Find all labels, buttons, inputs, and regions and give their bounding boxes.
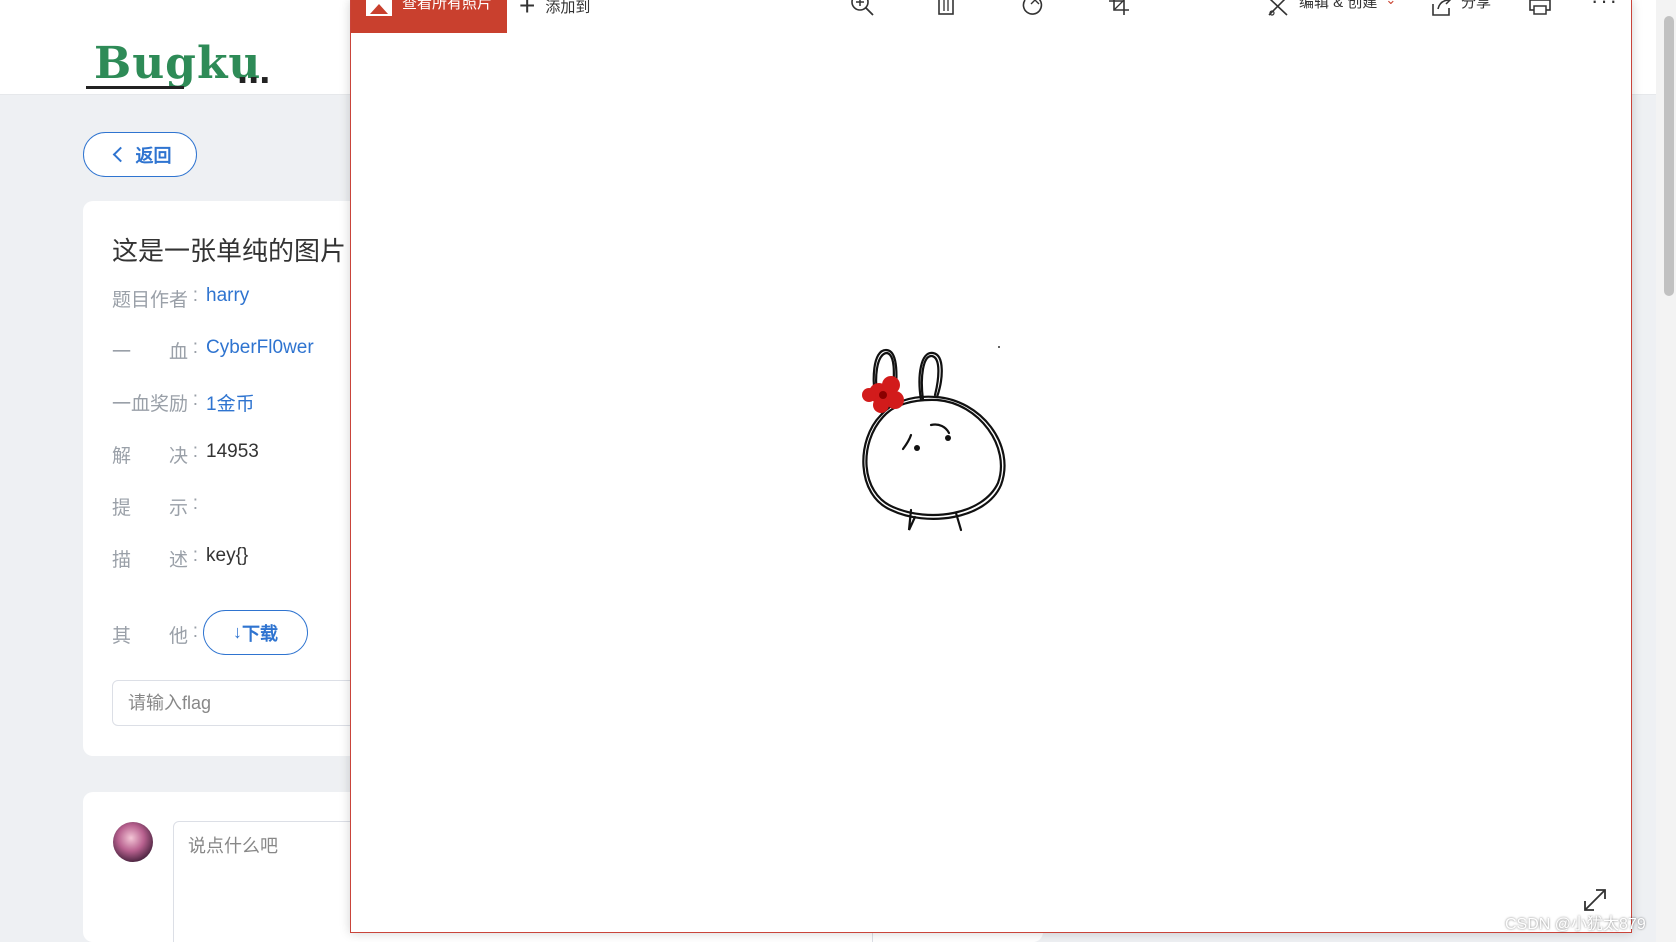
print-icon: [1529, 0, 1551, 15]
photo-image: [862, 346, 1006, 532]
author-link[interactable]: harry: [206, 285, 249, 312]
rotate-button[interactable]: [1021, 0, 1047, 18]
back-button[interactable]: 返回: [83, 132, 197, 177]
edit-create-button[interactable]: 编辑 & 创建 ⌄: [1267, 0, 1396, 18]
info-label: 题目作者:: [112, 285, 198, 311]
info-row-first-blood: 一 血: CyberFl0wer: [112, 337, 314, 364]
info-row-description: 描 述: key{}: [112, 545, 248, 572]
back-label: 返回: [135, 145, 172, 166]
description-value: key{}: [206, 545, 249, 566]
zoom-button[interactable]: [849, 0, 875, 18]
info-label: 描 述:: [112, 545, 198, 571]
logo-underline: [86, 86, 184, 89]
download-icon: ↓: [233, 622, 242, 642]
photos-app-icon: [366, 0, 392, 16]
photo-viewer-window: 查看所有照片 + 添加到 编辑 & 创建 ⌄ 分享 ···: [350, 0, 1632, 933]
info-row-hint: 提 示:: [112, 493, 206, 520]
scrollbar-thumb[interactable]: [1664, 16, 1674, 296]
edit-create-label: 编辑 & 创建: [1299, 0, 1378, 11]
share-label: 分享: [1461, 0, 1492, 11]
viewer-toolbar: 查看所有照片 + 添加到 编辑 & 创建 ⌄ 分享 ···: [351, 0, 1631, 33]
info-row-author: 题目作者: harry: [112, 285, 249, 312]
info-label: 其 他:: [112, 621, 198, 647]
download-button[interactable]: ↓ 下载: [203, 610, 308, 655]
info-label: 提 示:: [112, 493, 198, 519]
share-icon: [1432, 0, 1452, 16]
zoom-icon: [851, 0, 874, 16]
info-label: 一 血:: [112, 337, 198, 363]
delete-icon: [938, 0, 954, 15]
add-to-button[interactable]: + 添加到: [519, 0, 590, 22]
first-blood-link[interactable]: CyberFl0wer: [206, 337, 314, 364]
solved-count: 14953: [206, 441, 259, 462]
delete-button[interactable]: [936, 0, 956, 18]
rotate-icon: [1022, 0, 1043, 15]
share-button[interactable]: 分享: [1431, 0, 1491, 18]
info-label: 一血奖励:: [112, 389, 198, 415]
avatar: [113, 822, 153, 862]
more-options-button[interactable]: ···: [1591, 0, 1619, 14]
all-photos-button[interactable]: 查看所有照片: [351, 0, 507, 33]
reward-value[interactable]: 1金币: [206, 389, 255, 416]
all-photos-label: 查看所有照片: [402, 0, 493, 12]
info-row-other: 其 他:: [112, 621, 198, 648]
csdn-watermark: CSDN @小犹太879: [1505, 916, 1646, 933]
chevron-down-icon: ⌄: [1385, 0, 1396, 8]
logo-suffix: ...: [237, 48, 271, 92]
info-label: 解 决:: [112, 441, 198, 467]
chevron-left-icon: [112, 146, 128, 163]
crop-button[interactable]: [1109, 0, 1133, 18]
plus-icon: +: [519, 0, 536, 21]
print-button[interactable]: [1528, 0, 1552, 18]
edit-create-icon: [1268, 0, 1288, 16]
info-row-reward: 一血奖励: 1金币: [112, 389, 255, 416]
add-to-label: 添加到: [545, 0, 591, 16]
challenge-title: 这是一张单纯的图片: [112, 236, 347, 266]
crop-icon: [1109, 0, 1129, 15]
download-label: 下载: [242, 623, 278, 644]
info-row-solved: 解 决: 14953: [112, 441, 259, 468]
site-logo[interactable]: Bugku ...: [42, 18, 270, 92]
